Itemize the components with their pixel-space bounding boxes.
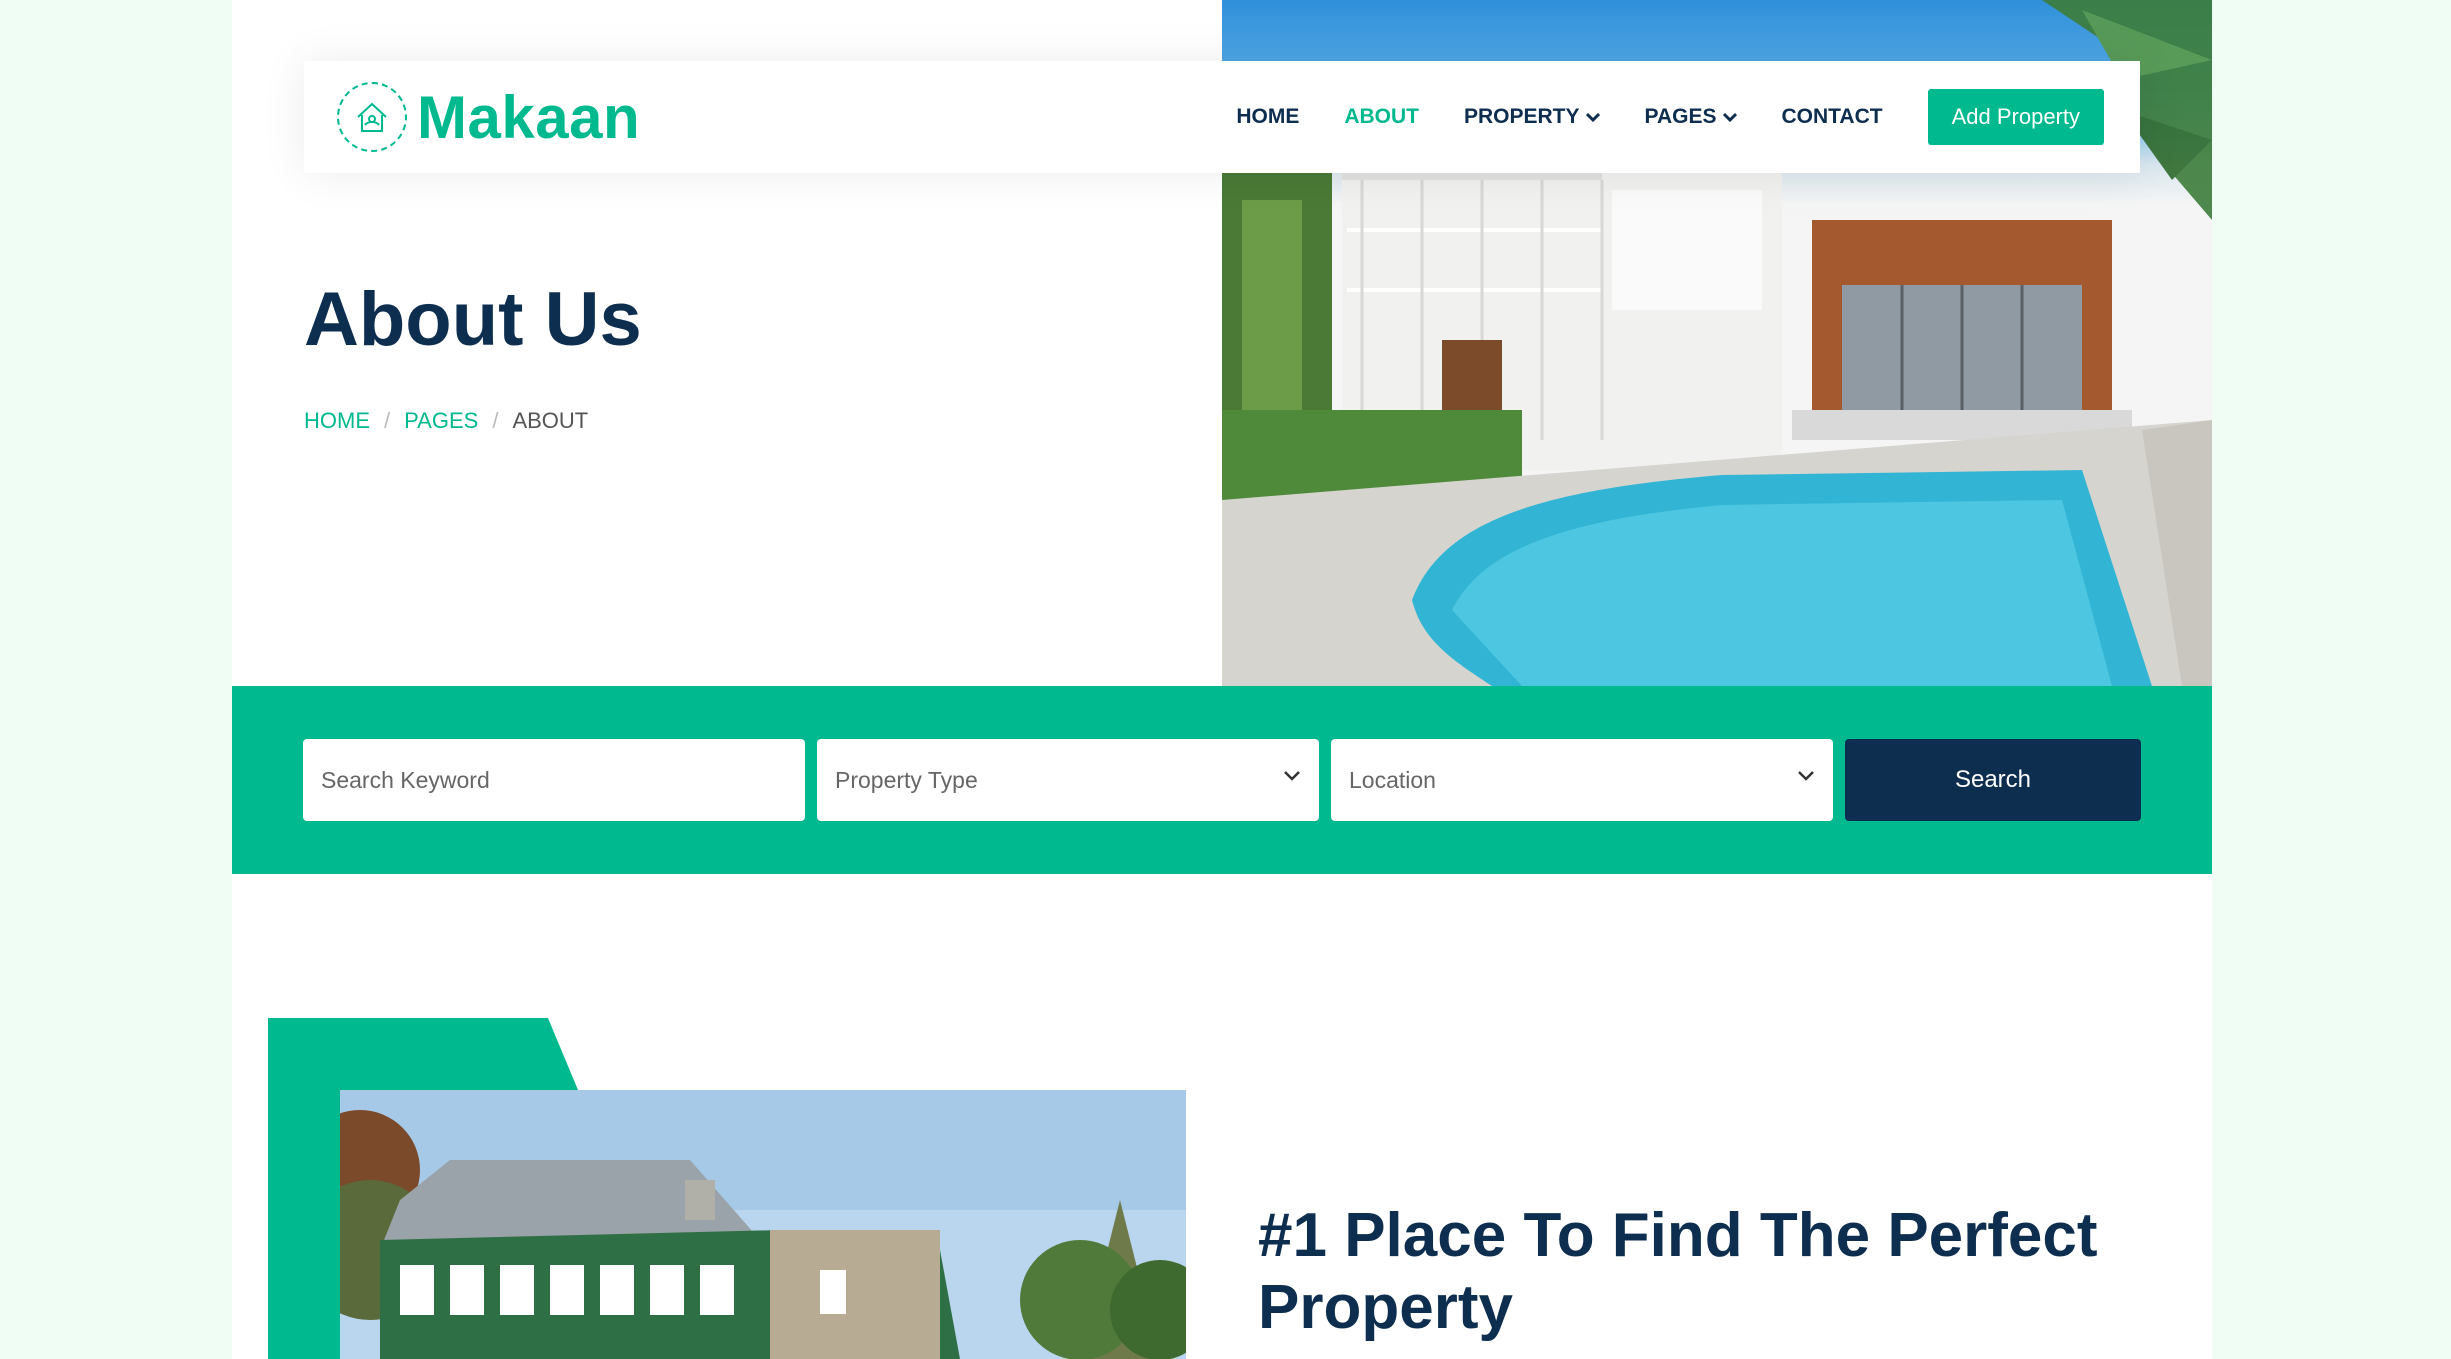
breadcrumb-about: ABOUT — [512, 408, 589, 433]
location-placeholder: Location — [1349, 766, 1436, 793]
breadcrumb: HOME / PAGES / ABOUT — [304, 408, 588, 434]
chevron-down-icon — [1284, 771, 1300, 781]
nav-item-home[interactable]: HOME — [1236, 105, 1299, 129]
nav-item-property[interactable]: PROPERTY — [1464, 105, 1600, 129]
brand-name: Makaan — [417, 83, 641, 151]
search-keyword-input[interactable]: Search Keyword — [303, 739, 805, 821]
nav-item-pages[interactable]: PAGES — [1645, 105, 1737, 129]
nav-item-label: HOME — [1236, 105, 1300, 128]
house-handshake-icon — [337, 82, 407, 152]
location-select[interactable]: Location — [1331, 739, 1833, 821]
about-image — [340, 1090, 1186, 1359]
nav-item-label: PAGES — [1644, 105, 1717, 128]
search-button[interactable]: Search — [1845, 739, 2141, 821]
brand-logo[interactable]: Makaan — [337, 82, 640, 152]
nav-item-about[interactable]: ABOUT — [1344, 105, 1419, 129]
nav-menu: HOME ABOUT PROPERTY PAGES CONTACT Add Pr… — [1191, 61, 2104, 173]
add-property-button[interactable]: Add Property — [1927, 89, 2104, 145]
breadcrumb-separator: / — [492, 408, 499, 433]
chevron-down-icon — [1722, 109, 1737, 125]
search-band: Search Keyword Property Type Location Se… — [232, 686, 2212, 874]
nav-item-contact[interactable]: CONTACT — [1782, 105, 1883, 129]
green-house-photo — [340, 1090, 1186, 1359]
chevron-down-icon — [1585, 109, 1600, 125]
about-heading: #1 Place To Find The Perfect Property — [1258, 1201, 2098, 1342]
nav-item-label: CONTACT — [1781, 105, 1883, 128]
chevron-down-icon — [1798, 771, 1814, 781]
breadcrumb-home[interactable]: HOME — [304, 408, 370, 434]
breadcrumb-separator: / — [384, 408, 391, 433]
navbar: Makaan HOME ABOUT PROPERTY PAGES CONTACT… — [304, 61, 2140, 173]
page: Makaan HOME ABOUT PROPERTY PAGES CONTACT… — [232, 0, 2212, 1359]
nav-item-label: PROPERTY — [1464, 105, 1580, 128]
search-keyword-placeholder: Search Keyword — [321, 766, 490, 793]
page-title: About Us — [304, 277, 642, 362]
breadcrumb-pages[interactable]: PAGES — [404, 408, 478, 434]
property-type-placeholder: Property Type — [835, 766, 978, 793]
property-type-select[interactable]: Property Type — [817, 739, 1319, 821]
nav-item-label: ABOUT — [1344, 105, 1419, 128]
